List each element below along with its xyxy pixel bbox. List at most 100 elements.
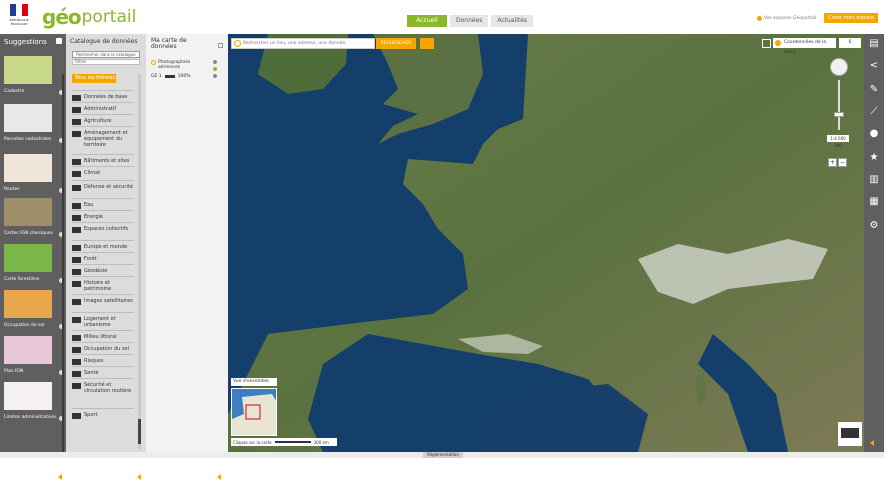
layer-id: GE 1: [151, 74, 162, 79]
geoportail-logo[interactable]: géo portail: [42, 4, 136, 30]
favorite-icon[interactable]: ★: [868, 152, 880, 164]
catalog-item[interactable]: Espaces collectifs: [72, 222, 134, 233]
all-themes-button[interactable]: Tous les thèmes: [72, 74, 116, 83]
catalog-item[interactable]: Données de base: [72, 90, 134, 101]
catalog-item[interactable]: Images satellitaires: [72, 294, 134, 305]
tab-actualites[interactable]: Actualités: [491, 15, 534, 27]
legal-link[interactable]: Réglementation: [423, 452, 463, 458]
folder-icon: [72, 413, 81, 419]
zoom-slider[interactable]: [838, 80, 840, 130]
suggestion-thumbnail[interactable]: [4, 336, 52, 364]
catalog-item-label: Eau: [84, 202, 94, 208]
catalog-item[interactable]: Défense et sécurité: [72, 180, 134, 191]
collapse-arrow-icon[interactable]: [217, 474, 221, 480]
catalog-item[interactable]: Santé: [72, 366, 134, 377]
settings-icon[interactable]: ⚙: [868, 220, 880, 232]
spaces-link[interactable]: Vos espaces Géoportail: [756, 15, 817, 21]
close-icon[interactable]: [56, 38, 62, 44]
suggestion-thumbnail[interactable]: [4, 198, 52, 226]
create-space-button[interactable]: Créer mon espace: [824, 13, 878, 23]
catalog-scrollbar[interactable]: [138, 74, 141, 449]
catalog-item[interactable]: Milieu littoral: [72, 330, 134, 341]
catalog-filter-input[interactable]: Filtrer: [72, 59, 140, 65]
compass-icon[interactable]: [830, 58, 848, 76]
catalog-item[interactable]: Géodésie: [72, 264, 134, 275]
zoom-out-button[interactable]: −: [838, 158, 847, 167]
coordinates-icon: [775, 40, 781, 46]
catalog-item[interactable]: Forêt: [72, 252, 134, 263]
catalog-item[interactable]: Occupation du sol: [72, 342, 134, 353]
catalog-item[interactable]: Énergie: [72, 210, 134, 221]
print-icon[interactable]: ▤: [868, 38, 880, 50]
government-logo[interactable]: RÉPUBLIQUE FRANÇAISE: [2, 4, 36, 28]
close-icon[interactable]: [218, 43, 223, 48]
collapse-arrow-icon[interactable]: [137, 474, 141, 480]
measure-icon[interactable]: ⟋: [868, 106, 880, 118]
overview-map[interactable]: [231, 388, 277, 436]
catalog-item[interactable]: Aménagement et équipement du territoire: [72, 126, 134, 148]
catalog-item-label: Géodésie: [84, 268, 108, 274]
suggestion-label: Occupation du sol: [4, 323, 45, 328]
catalog-item-label: Europe et monde: [84, 244, 128, 250]
zoom-in-button[interactable]: +: [828, 158, 837, 167]
suggestion-thumbnail[interactable]: [4, 104, 52, 132]
suggestion-thumbnail[interactable]: [4, 290, 52, 318]
catalog-search-button[interactable]: Rechercher dans le catalogue: [72, 51, 140, 58]
catalog-item-label: Histoire et patrimoine: [84, 280, 112, 292]
delete-icon[interactable]: [213, 74, 217, 78]
map-icon[interactable]: ▥: [868, 174, 880, 186]
folder-icon: [72, 119, 81, 125]
fullscreen-icon[interactable]: [762, 39, 771, 48]
folder-icon: [72, 215, 81, 221]
catalog-item[interactable]: Histoire et patrimoine: [72, 276, 134, 292]
suggestion-thumbnail[interactable]: [4, 244, 52, 272]
catalog-item[interactable]: Bâtiments et sites: [72, 154, 134, 165]
suggestion-thumbnail[interactable]: [4, 154, 52, 182]
draw-icon[interactable]: ✎: [868, 84, 880, 96]
scale-bar: Cliquez sur la carte 300 km: [231, 438, 337, 446]
catalog-item[interactable]: Climat: [72, 166, 134, 177]
suggestion-thumbnail[interactable]: [4, 56, 52, 84]
spaces-link-label: Vos espaces Géoportail: [763, 15, 817, 21]
catalog-scrollbar-thumb[interactable]: [138, 419, 141, 444]
search-button[interactable]: RECHERCHER: [376, 38, 416, 49]
layer-name: Photographies aériennes: [158, 60, 191, 70]
zoom-slider-knob[interactable]: [834, 112, 844, 117]
catalog-item[interactable]: Risques: [72, 354, 134, 365]
document-icon[interactable]: ▦: [868, 196, 880, 208]
share-icon[interactable]: <: [868, 60, 880, 72]
opacity-slider[interactable]: [164, 75, 175, 78]
catalog-item[interactable]: Administratif: [72, 102, 134, 113]
folder-icon: [72, 383, 81, 389]
zoom-buttons: + −: [828, 158, 847, 167]
collapse-arrow-icon[interactable]: [58, 474, 62, 480]
zoom-level[interactable]: 6: [839, 38, 861, 48]
suggestions-scrollbar[interactable]: [62, 74, 64, 454]
style-icon[interactable]: [213, 67, 217, 71]
suggestion-thumbnail[interactable]: [4, 382, 52, 410]
info-icon[interactable]: [213, 60, 217, 64]
my-map-panel: Ma carte de données Photographies aérien…: [146, 34, 228, 480]
overview-label[interactable]: Vue d'ensemble: [231, 378, 277, 386]
catalog-item[interactable]: Sport: [72, 408, 134, 419]
catalog-item-label: Climat: [84, 170, 101, 176]
layer-item[interactable]: Photographies aériennes: [151, 60, 204, 70]
catalog-item[interactable]: Sécurité et circulation routière: [72, 378, 134, 394]
collapse-arrow-icon[interactable]: [870, 440, 874, 446]
catalog-item[interactable]: Agriculture: [72, 114, 134, 125]
catalog-item[interactable]: Logement et urbanisme: [72, 312, 134, 328]
tab-donnees[interactable]: Données: [450, 15, 489, 27]
coordinates-tool[interactable]: Coordonnées de la carte: [773, 38, 836, 55]
catalog-item-label: Sport: [84, 412, 98, 418]
visibility-radio-icon[interactable]: [151, 60, 156, 65]
catalog-item[interactable]: Europe et monde: [72, 240, 134, 251]
catalog-panel: Catalogue de données Rechercher dans le …: [66, 34, 146, 480]
map-view[interactable]: Rechercher un lieu, une adresse, une don…: [228, 34, 864, 452]
catalog-item[interactable]: Eau: [72, 198, 134, 209]
search-input[interactable]: Rechercher un lieu, une adresse, une don…: [231, 38, 375, 49]
layer-opacity-control[interactable]: GE 1 100%: [151, 74, 191, 79]
advanced-search-button[interactable]: [420, 38, 434, 49]
location-icon[interactable]: ●: [868, 128, 880, 140]
tab-accueil[interactable]: Accueil: [407, 15, 447, 27]
ign-logo[interactable]: [838, 422, 862, 446]
